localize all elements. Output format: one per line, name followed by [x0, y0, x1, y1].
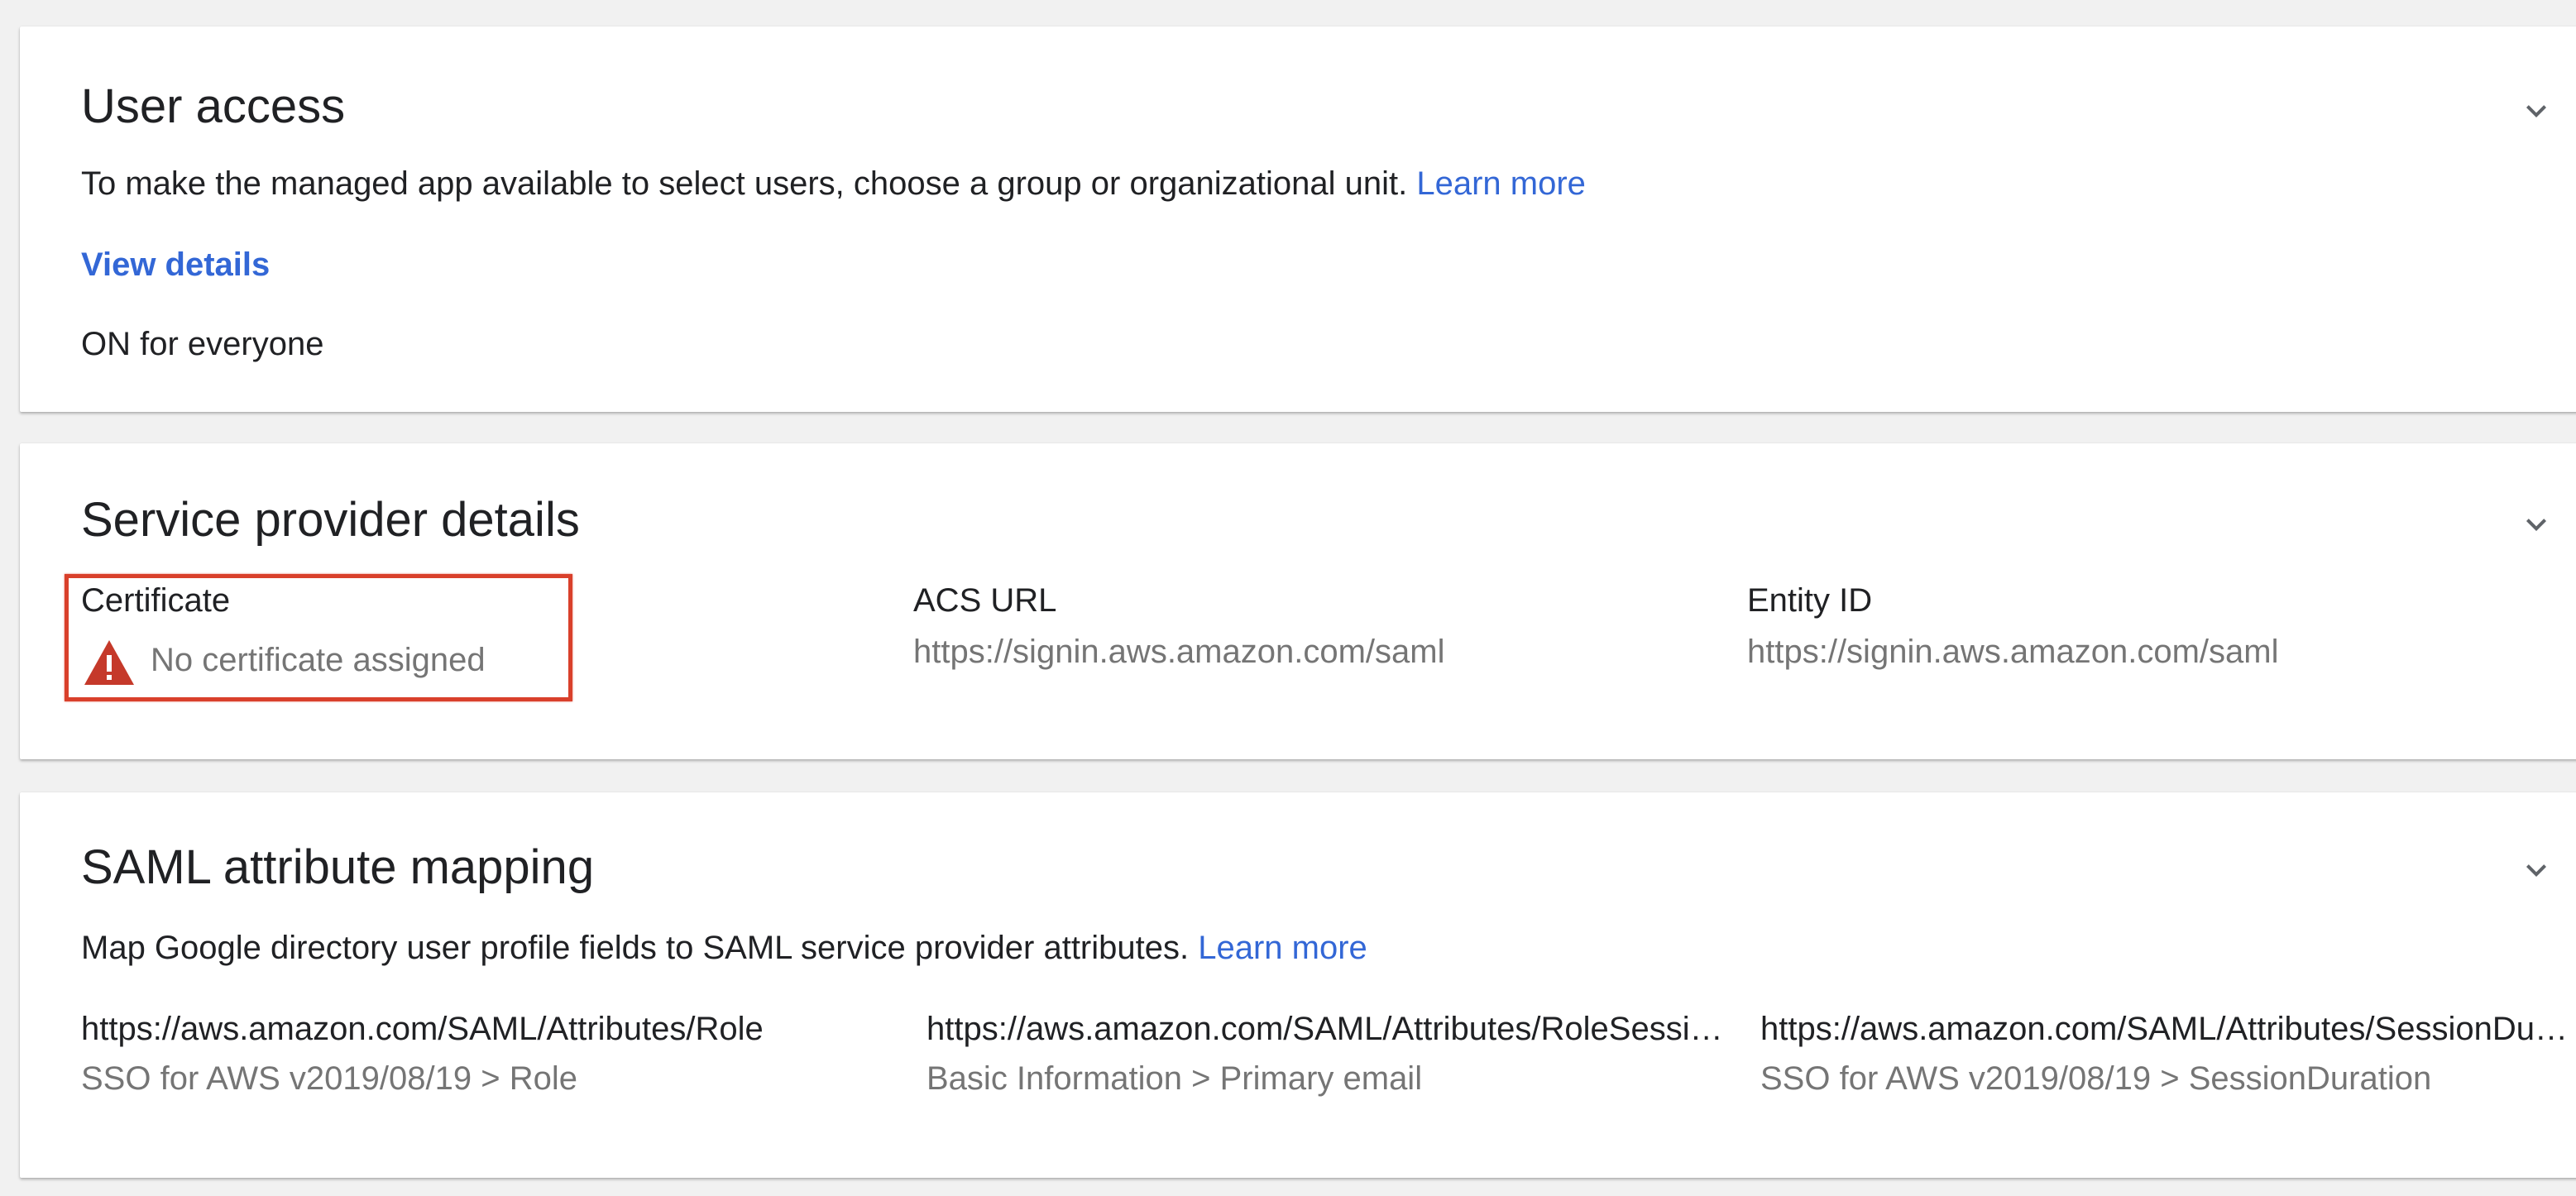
saml-mapping-card: SAML attribute mapping Map Google direct…: [20, 792, 2576, 1178]
attribute-value: SSO for AWS v2019/08/19 > SessionDuratio…: [1760, 1060, 2432, 1097]
chevron-down-icon[interactable]: [2516, 91, 2556, 131]
attribute-value: Basic Information > Primary email: [926, 1060, 1423, 1097]
entity-id-value: https://signin.aws.amazon.com/saml: [1747, 634, 2279, 670]
attribute-name: https://aws.amazon.com/SAML/Attributes/S…: [1760, 1011, 2573, 1047]
attribute-name: https://aws.amazon.com/SAML/Attributes/R…: [81, 1011, 764, 1047]
entity-id-label: Entity ID: [1747, 582, 1873, 619]
attribute-value: SSO for AWS v2019/08/19 > Role: [81, 1060, 577, 1097]
acs-url-label: ACS URL: [913, 582, 1057, 619]
certificate-label: Certificate: [81, 582, 231, 619]
chevron-down-icon[interactable]: [2516, 850, 2556, 890]
service-provider-card: Service provider details Certificate No …: [20, 443, 2576, 759]
user-access-description-text: To make the managed app available to sel…: [81, 165, 1408, 202]
certificate-value: No certificate assigned: [151, 642, 486, 678]
saml-mapping-title: SAML attribute mapping: [81, 840, 595, 894]
chevron-down-icon[interactable]: [2516, 505, 2556, 544]
learn-more-link[interactable]: Learn more: [1416, 165, 1586, 202]
user-access-status: ON for everyone: [81, 326, 324, 362]
user-access-description: To make the managed app available to sel…: [81, 165, 1586, 203]
saml-mapping-description: Map Google directory user profile fields…: [81, 930, 1367, 967]
user-access-card: User access To make the managed app avai…: [20, 26, 2576, 412]
acs-url-value: https://signin.aws.amazon.com/saml: [913, 634, 1445, 670]
warning-icon: [84, 640, 134, 685]
user-access-title: User access: [81, 79, 346, 133]
attribute-name: https://aws.amazon.com/SAML/Attributes/R…: [926, 1011, 1729, 1047]
saml-mapping-description-text: Map Google directory user profile fields…: [81, 930, 1190, 966]
learn-more-link[interactable]: Learn more: [1198, 930, 1367, 966]
service-provider-title: Service provider details: [81, 493, 580, 547]
view-details-link[interactable]: View details: [81, 246, 270, 284]
